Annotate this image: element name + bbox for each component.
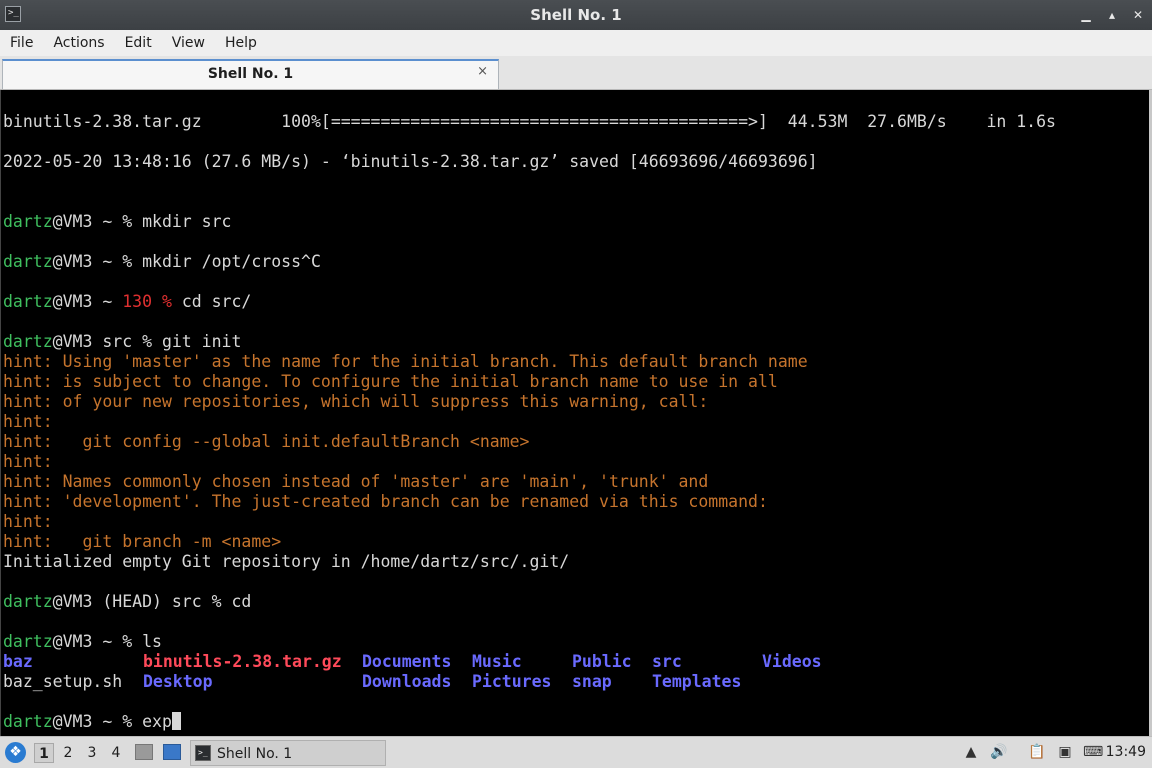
hint-line: hint: of your new repositories, which wi… <box>3 392 709 411</box>
prompt-user: dartz <box>3 212 53 231</box>
prompt-command: @VM3 src % git init <box>52 332 242 351</box>
menu-edit[interactable]: Edit <box>125 35 152 51</box>
menu-help[interactable]: Help <box>225 35 257 51</box>
volume-icon[interactable]: 🔊 <box>990 743 1008 761</box>
task-label: Shell No. 1 <box>217 746 293 762</box>
workspace-2[interactable]: 2 <box>58 743 78 763</box>
terminal-line: dartz@VM3 ~ % mkdir /opt/cross^C <box>3 252 321 272</box>
hint-line: hint: <box>3 412 53 431</box>
ls-entry-dir: snap <box>572 672 612 691</box>
terminal-input-line[interactable]: dartz@VM3 ~ % exp <box>3 712 181 732</box>
clock[interactable]: 13:49 <box>1106 744 1146 760</box>
hint-line: hint: <box>3 512 53 531</box>
prompt-user: dartz <box>3 332 53 351</box>
prompt-command: @VM3 ~ % ls <box>52 632 162 651</box>
terminal-output[interactable]: binutils-2.38.tar.gz 100%[==============… <box>0 90 1149 736</box>
hint-line: hint: Using 'master' as the name for the… <box>3 352 808 371</box>
ls-entry-archive: binutils-2.38.tar.gz <box>143 652 342 671</box>
ls-entry-dir: baz <box>3 652 33 671</box>
window-title: Shell No. 1 <box>530 6 622 24</box>
prompt-user: dartz <box>3 712 53 731</box>
ls-entry-dir: Public <box>572 652 632 671</box>
terminal-line: Initialized empty Git repository in /hom… <box>3 552 570 571</box>
ls-entry-dir: src <box>652 652 682 671</box>
terminal-line: binutils-2.38.tar.gz 100%[==============… <box>3 112 1056 131</box>
ls-entry-dir: Videos <box>762 652 822 671</box>
hint-line: hint: is subject to change. To configure… <box>3 372 778 391</box>
prompt-user: dartz <box>3 252 53 271</box>
prompt-command: @VM3 ~ % mkdir /opt/cross^C <box>52 252 321 271</box>
menu-file[interactable]: File <box>10 35 33 51</box>
workspace-1[interactable]: 1 <box>34 743 54 763</box>
menu-actions[interactable]: Actions <box>53 35 104 51</box>
hint-line: hint: git branch -m <name> <box>3 532 282 551</box>
hint-line: hint: git config --global init.defaultBr… <box>3 432 530 451</box>
start-menu-icon[interactable]: ❖ <box>5 742 26 763</box>
text-cursor <box>171 712 181 730</box>
hint-line: hint: Names commonly chosen instead of '… <box>3 472 709 491</box>
menu-view[interactable]: View <box>172 35 205 51</box>
ls-entry-dir: Downloads <box>362 672 452 691</box>
tab-shell-1[interactable]: Shell No. 1 × <box>2 59 499 89</box>
maximize-icon[interactable]: ▴ <box>1106 8 1118 22</box>
hint-line: hint: <box>3 452 53 471</box>
terminal-line: dartz@VM3 ~ % ls <box>3 632 162 652</box>
keyboard-icon[interactable]: ⌨ <box>1083 743 1103 761</box>
menu-bar: File Actions Edit View Help <box>0 30 1152 56</box>
close-icon[interactable]: ✕ <box>1132 8 1144 22</box>
ls-entry-file: baz_setup.sh <box>3 672 123 691</box>
ls-entry-dir: Desktop <box>143 672 213 691</box>
taskbar-task-shell[interactable]: >_ Shell No. 1 <box>190 740 386 766</box>
tab-label: Shell No. 1 <box>207 66 294 82</box>
prompt-host: @VM3 ~ <box>52 292 123 311</box>
tab-close-icon[interactable]: × <box>477 64 488 79</box>
terminal-line: dartz@VM3 (HEAD) src % cd <box>3 592 251 612</box>
terminal-line: dartz@VM3 src % git init <box>3 332 241 352</box>
exit-code: 130 % <box>122 292 172 311</box>
tab-bar: Shell No. 1 × <box>0 56 1152 90</box>
terminal-task-icon: >_ <box>195 745 211 761</box>
minimize-icon[interactable]: ▁ <box>1080 8 1092 22</box>
prompt-command: @VM3 (HEAD) src % cd <box>52 592 252 611</box>
prompt-command: @VM3 ~ % exp <box>52 712 172 731</box>
network-icon[interactable]: ▣ <box>1056 743 1074 761</box>
taskbar: ❖ 1 2 3 4 >_ Shell No. 1 ▲ 🔊 📋 ▣ ⌨ 13:49 <box>0 736 1152 768</box>
ls-entry-dir: Pictures <box>472 672 552 691</box>
ls-entry-dir: Templates <box>652 672 742 691</box>
ls-entry-dir: Music <box>472 652 522 671</box>
window-titlebar[interactable]: >_ Shell No. 1 ▁ ▴ ✕ <box>0 0 1152 30</box>
prompt-user: dartz <box>3 632 53 651</box>
clipboard-icon[interactable]: 📋 <box>1028 743 1046 761</box>
workspace-3[interactable]: 3 <box>82 743 102 763</box>
terminal-line: dartz@VM3 ~ % mkdir src <box>3 212 231 232</box>
prompt-command: @VM3 ~ % mkdir src <box>52 212 232 231</box>
terminal-line: 2022-05-20 13:48:16 (27.6 MB/s) - ‘binut… <box>3 152 818 171</box>
file-manager-icon[interactable] <box>135 744 153 760</box>
prompt-user: dartz <box>3 592 53 611</box>
show-desktop-icon[interactable] <box>163 744 181 760</box>
prompt-user: dartz <box>3 292 53 311</box>
hint-line: hint: 'development'. The just-created br… <box>3 492 768 511</box>
tray-arrow-icon[interactable]: ▲ <box>962 743 980 761</box>
ls-entry-dir: Documents <box>362 652 452 671</box>
workspace-4[interactable]: 4 <box>106 743 126 763</box>
terminal-line: dartz@VM3 ~ 130 % cd src/ <box>3 292 251 312</box>
prompt-command: cd src/ <box>171 292 252 311</box>
